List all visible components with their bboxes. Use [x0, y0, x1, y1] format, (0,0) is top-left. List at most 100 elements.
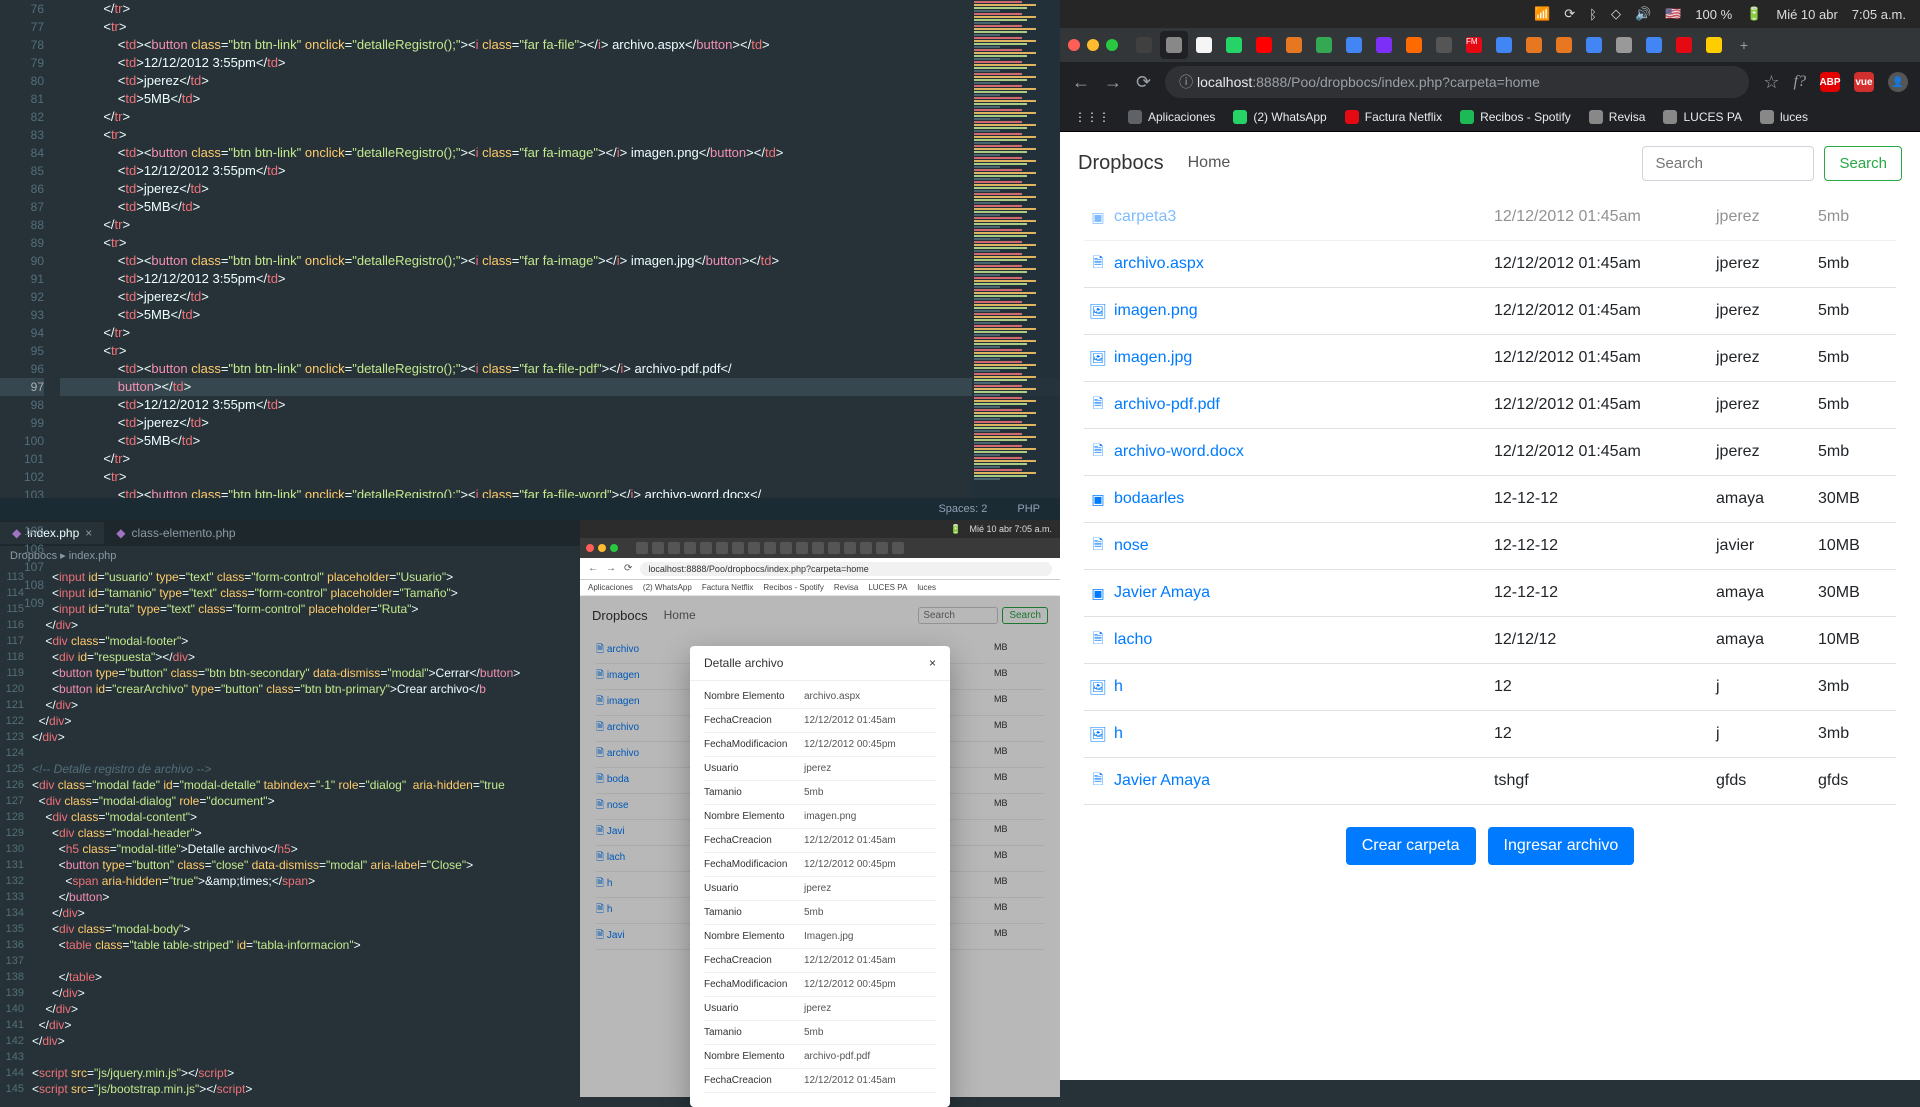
url-input[interactable]: ⓘ localhost:8888/Poo/dropbocs/index.php?… — [1165, 66, 1749, 98]
bookmark-item[interactable]: LUCES PA — [1663, 110, 1741, 124]
browser-tab[interactable] — [1610, 31, 1638, 59]
browser-tab[interactable] — [1310, 31, 1338, 59]
reload-icon[interactable]: ⟳ — [1136, 72, 1151, 93]
date-text: Mié 10 abr — [1776, 7, 1837, 22]
file-name-link[interactable]: ▣bodaarles — [1090, 490, 1494, 508]
browser-tab[interactable] — [1370, 31, 1398, 59]
file-user: j — [1716, 725, 1818, 743]
avatar-icon[interactable]: 👤 — [1888, 72, 1908, 92]
breadcrumb[interactable]: Dropbocs ▸ index.php — [0, 546, 580, 565]
file-name-link[interactable]: 🗎archivo.aspx — [1090, 255, 1494, 273]
browser-tab[interactable]: FM — [1460, 31, 1488, 59]
file-row: 🗎archivo.aspx12/12/2012 01:45amjperez5mb — [1084, 241, 1896, 288]
file-name-link[interactable]: 🗎archivo-pdf.pdf — [1090, 396, 1494, 414]
browser-tab[interactable] — [1550, 31, 1578, 59]
mini-chrome-tabstrip — [580, 538, 1060, 558]
bookmark-item[interactable]: Factura Netflix — [1345, 110, 1442, 124]
ingresar-archivo-button[interactable]: Ingresar archivo — [1488, 827, 1635, 865]
battery-icon: 🔋 — [1746, 6, 1762, 22]
file-name-link[interactable]: 🖼imagen.jpg — [1090, 349, 1494, 367]
browser-tab[interactable] — [1490, 31, 1518, 59]
back-icon[interactable]: ← — [588, 563, 598, 574]
bookmark-item[interactable]: Recibos - Spotify — [1460, 110, 1571, 124]
file-date: 12-12-12 — [1494, 584, 1716, 602]
browser-tab-active[interactable] — [1160, 31, 1188, 59]
line-gutter: 7677787980818283848586878889909192939495… — [0, 0, 54, 520]
code-body[interactable]: </tr> <tr> <td><button class="btn btn-li… — [54, 0, 1060, 520]
file-name-link[interactable]: ▣Javier Amaya — [1090, 584, 1494, 602]
editor-tab[interactable]: ◆ class-elemento.php — [104, 522, 247, 544]
file-user: jperez — [1716, 396, 1818, 414]
browser-tab[interactable] — [1700, 31, 1728, 59]
file-row: 🗎lacho12/12/12amaya10MB — [1084, 617, 1896, 664]
browser-tab[interactable] — [1220, 31, 1248, 59]
abp-ext-icon[interactable]: ABP — [1820, 72, 1840, 92]
file-user: jperez — [1716, 302, 1818, 320]
code-body[interactable]: 113 <input id="usuario" type="text" clas… — [0, 565, 580, 1097]
ext-icon[interactable]: vue — [1854, 72, 1874, 92]
file-row: ▣Javier Amaya12-12-12amaya30MB — [1084, 570, 1896, 617]
file-row: ▣carpeta312/12/2012 01:45amjperez5mb — [1084, 194, 1896, 241]
file-user: j — [1716, 678, 1818, 696]
browser-tab[interactable] — [1580, 31, 1608, 59]
image-icon: 🖼 — [1090, 303, 1106, 319]
file-name-link[interactable]: 🖼h — [1090, 725, 1494, 743]
bookmark-item[interactable]: Revisa — [1589, 110, 1646, 124]
status-lang[interactable]: PHP — [1017, 503, 1040, 515]
browser-tab[interactable] — [1430, 31, 1458, 59]
file-user: amaya — [1716, 631, 1818, 649]
file-list: ▣carpeta312/12/2012 01:45amjperez5mb🗎arc… — [1060, 194, 1920, 1080]
apps-icon[interactable]: ⋮⋮⋮ — [1074, 110, 1110, 124]
window-controls[interactable] — [1068, 39, 1118, 51]
file-size: 30MB — [1818, 490, 1890, 508]
file-name-link[interactable]: 🖼imagen.png — [1090, 302, 1494, 320]
browser-tab[interactable] — [1280, 31, 1308, 59]
browser-tab[interactable] — [1340, 31, 1368, 59]
chrome-tabstrip: FM + — [1060, 28, 1920, 62]
crear-carpeta-button[interactable]: Crear carpeta — [1346, 827, 1476, 865]
file-size: 5mb — [1818, 396, 1890, 414]
minimap[interactable] — [972, 0, 1060, 520]
search-input[interactable] — [1642, 146, 1814, 181]
bookmark-item[interactable]: Aplicaciones — [1128, 110, 1215, 124]
file-row: 🖼h12j3mb — [1084, 711, 1896, 758]
app-brand[interactable]: Dropbocs — [1078, 152, 1164, 175]
forward-icon[interactable]: → — [1104, 72, 1122, 93]
file-user: jperez — [1716, 208, 1818, 226]
mini-url[interactable]: localhost:8888/Poo/dropbocs/index.php?ca… — [640, 562, 1052, 576]
forward-icon[interactable]: → — [606, 563, 616, 574]
browser-tab[interactable] — [1130, 31, 1158, 59]
time-text: 7:05 a.m. — [1852, 7, 1906, 22]
folder-icon: ▣ — [1090, 585, 1106, 601]
ext-icon[interactable]: f? — [1794, 73, 1806, 91]
close-icon[interactable]: × — [929, 656, 936, 670]
browser-tab[interactable] — [1520, 31, 1548, 59]
page-content: Dropbocs Home Search ▣carpeta312/12/2012… — [1060, 132, 1920, 1080]
search-button[interactable]: Search — [1824, 146, 1902, 181]
browser-tab[interactable] — [1640, 31, 1668, 59]
status-spaces[interactable]: Spaces: 2 — [938, 503, 987, 515]
mini-address-bar[interactable]: ← → ⟳ localhost:8888/Poo/dropbocs/index.… — [580, 558, 1060, 580]
browser-tab[interactable] — [1190, 31, 1218, 59]
file-icon: 🗎 — [1090, 444, 1106, 460]
file-size: 5mb — [1818, 255, 1890, 273]
file-name-link[interactable]: 🗎Javier Amaya — [1090, 772, 1494, 790]
reload-icon[interactable]: ⟳ — [624, 563, 632, 574]
file-date: 12/12/12 — [1494, 631, 1716, 649]
flag-icon: 🇺🇸 — [1665, 6, 1681, 22]
file-name-link[interactable]: 🗎archivo-word.docx — [1090, 443, 1494, 461]
file-name-link[interactable]: 🖼h — [1090, 678, 1494, 696]
browser-tab[interactable] — [1250, 31, 1278, 59]
bookmark-item[interactable]: (2) WhatsApp — [1233, 110, 1326, 124]
file-name-link[interactable]: 🗎lacho — [1090, 631, 1494, 649]
browser-tab[interactable] — [1400, 31, 1428, 59]
file-name-link[interactable]: ▣carpeta3 — [1090, 208, 1494, 226]
back-icon[interactable]: ← — [1072, 72, 1090, 93]
nav-home[interactable]: Home — [1188, 154, 1231, 172]
browser-tab[interactable] — [1670, 31, 1698, 59]
new-tab-button[interactable]: + — [1730, 31, 1758, 59]
star-icon[interactable]: ☆ — [1763, 72, 1779, 93]
bookmark-item[interactable]: luces — [1760, 110, 1808, 124]
file-date: 12/12/2012 01:45am — [1494, 208, 1716, 226]
file-name-link[interactable]: 🗎nose — [1090, 537, 1494, 555]
